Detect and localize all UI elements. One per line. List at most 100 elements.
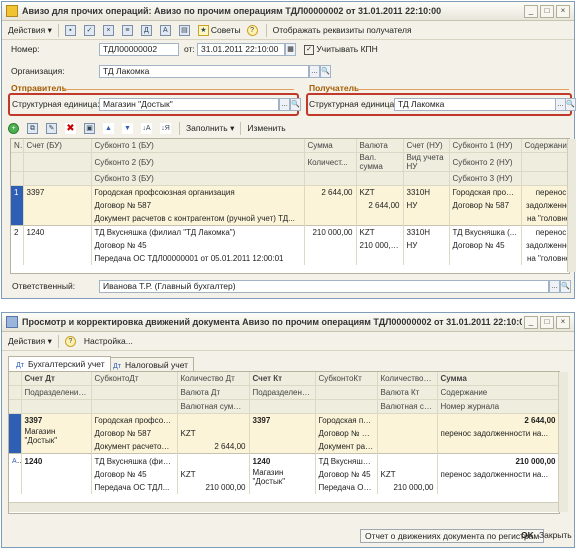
cell-div-dt[interactable]: Магазин "Достык" xyxy=(21,427,92,454)
responsible-select-button[interactable]: … xyxy=(549,280,560,293)
tips-button[interactable]: ★ Советы xyxy=(195,23,244,37)
copy-row-button[interactable]: ⧉ xyxy=(24,121,43,135)
print-button[interactable]: ▤ xyxy=(176,23,195,37)
edit-row-button[interactable]: ✎ xyxy=(43,121,62,135)
col-qty[interactable]: Количест... xyxy=(304,152,357,172)
actions-menu[interactable]: Действия ▾ xyxy=(5,334,55,348)
col-sum[interactable]: Сумма xyxy=(304,139,357,153)
minimize-button[interactable]: _ xyxy=(524,4,538,18)
cell-acc-dt[interactable]: 3397 xyxy=(21,413,92,427)
cell-sub2-nu[interactable]: Договор № 45 xyxy=(449,239,522,252)
sort-desc-button[interactable]: ↓Я xyxy=(157,121,176,135)
cell-sub3[interactable]: Передача ОС ТДЛ00000001 от 05.01.2011 12… xyxy=(91,252,305,265)
cell-content[interactable]: перенос задолженности на... xyxy=(437,427,559,440)
receiver-unit-field[interactable]: ТД Лакомка xyxy=(394,98,556,111)
col-sub3-nu[interactable]: Субконто 3 (НУ) xyxy=(449,171,522,186)
cell-sub2-nu[interactable]: Договор № 587 xyxy=(449,199,522,212)
cell-acc-kt[interactable]: 1240 xyxy=(249,453,316,468)
cell-sub-dt[interactable]: Городская профсоюз... xyxy=(91,413,178,427)
table-row[interactable]: 2 1240 ТД Вкусняшка (филиал "ТД Лакомка"… xyxy=(11,225,569,239)
cell-sub2[interactable]: Договор № 45 xyxy=(91,239,305,252)
col-sub2-nu[interactable]: Субконто 2 (НУ) xyxy=(449,152,522,172)
cell-cursum-dt[interactable]: 2 644,00 xyxy=(177,440,250,454)
cell-sub1[interactable]: ТД Вкусняшка (филиал "ТД Лакомка") xyxy=(91,225,305,239)
col-div-kt[interactable]: Подразделение Кт xyxy=(249,385,316,400)
col-qty-dt[interactable]: Количество Дт xyxy=(177,372,250,386)
minimize-button[interactable]: _ xyxy=(524,315,538,329)
close-window-button[interactable]: Закрыть xyxy=(535,529,576,543)
delete-row-button[interactable]: ✖ xyxy=(62,121,81,135)
cell-kind[interactable]: НУ xyxy=(403,239,450,252)
sender-unit-open-button[interactable]: 🔍 xyxy=(290,98,301,111)
cell-sum[interactable]: 210 000,00 xyxy=(437,453,559,468)
table-row[interactable]: Ак 1240 ТД Вкусняшка (фили... 1240 ТД Вк… xyxy=(9,453,559,468)
table-row[interactable]: Договор № 45 210 000,00 НУ Договор № 45 … xyxy=(11,239,569,252)
col-kind[interactable]: Вид учета НУ xyxy=(403,152,450,172)
table-row[interactable]: Документ расчетов с ... 2 644,00 Докумен… xyxy=(9,440,559,454)
tab-accounting[interactable]: Дт Бухгалтерский учет xyxy=(8,356,111,371)
col-cursum-dt[interactable]: Валютная сумма ... xyxy=(177,399,250,414)
sender-unit-select-button[interactable]: … xyxy=(279,98,290,111)
col-sub1[interactable]: Субконто 1 (БУ) xyxy=(91,139,305,153)
cell-cursum-kt[interactable]: 210 000,00 xyxy=(377,481,438,494)
save-button[interactable]: ▪ xyxy=(62,23,81,37)
cell-sub1[interactable]: Городская профсоюзная организация xyxy=(91,185,305,199)
close-button[interactable]: × xyxy=(556,315,570,329)
kpn-checkbox[interactable]: ✓ Учитывать КПН xyxy=(304,43,378,56)
cell-acc-kt[interactable]: 3397 xyxy=(249,413,316,427)
cell-account[interactable]: 1240 xyxy=(23,225,92,239)
col-sub1-nu[interactable]: Субконто 1 (НУ) xyxy=(449,139,522,153)
cell-acc-nu[interactable]: 3310Н xyxy=(403,185,450,199)
cell-sub-dt[interactable]: ТД Вкусняшка (фили... xyxy=(91,453,178,468)
cell-content[interactable]: на "головное" xyxy=(521,212,569,226)
col-cursum-kt[interactable]: Валютная сумма ... xyxy=(377,399,438,414)
col-sub2[interactable]: Субконто 2 (БУ) xyxy=(91,152,305,172)
col-acc-nu[interactable]: Счет (НУ) xyxy=(403,139,450,153)
sender-unit-field[interactable]: Магазин "Достык" xyxy=(99,98,279,111)
org-field[interactable]: ТД Лакомка xyxy=(99,65,309,78)
col-cur-dt[interactable]: Валюта Дт xyxy=(177,385,250,400)
actions-menu[interactable]: Действия ▾ xyxy=(5,23,55,37)
cell-sub-kt[interactable]: ТД Вкусняшка (... xyxy=(315,453,378,468)
date-field[interactable]: 31.01.2011 22:10:00 xyxy=(197,43,285,56)
cell-sub-kt[interactable]: Передача ОС Т... xyxy=(315,481,378,494)
unpost-button[interactable]: × xyxy=(100,23,119,37)
dt-kt-button[interactable]: A xyxy=(157,23,176,37)
col-currency[interactable]: Валюта xyxy=(356,139,404,153)
cell-cur-sum[interactable]: 2 644,00 xyxy=(356,199,404,212)
movements-grid[interactable]: Счет Дт СубконтоДт Количество Дт Счет Кт… xyxy=(8,371,560,514)
help-button[interactable]: ? xyxy=(244,23,263,37)
col-account[interactable]: Счет (БУ) xyxy=(23,139,92,153)
horizontal-scrollbar[interactable] xyxy=(9,502,558,512)
number-field[interactable]: ТДЛ00000002 xyxy=(99,43,179,56)
cell-sub2[interactable]: Договор № 587 xyxy=(91,199,305,212)
cell-sub3[interactable]: Документ расчетов с контрагентом (ручной… xyxy=(91,212,305,226)
table-row[interactable]: Передача ОС ТДЛ00000001 от 05.01.2011 12… xyxy=(11,252,569,265)
col-n[interactable]: N xyxy=(11,139,24,153)
cell-sub-kt[interactable]: Договор № 587 xyxy=(315,427,378,440)
cell-sum[interactable]: 2 644,00 xyxy=(437,413,559,427)
tab-tax[interactable]: Дт Налоговый учет xyxy=(105,357,195,372)
col-acc-kt[interactable]: Счет Кт xyxy=(249,372,316,386)
maximize-button[interactable]: □ xyxy=(540,4,554,18)
cell-content[interactable]: задолженно... xyxy=(521,199,569,212)
table-row[interactable]: Документ расчетов с контрагентом (ручной… xyxy=(11,212,569,226)
col-journal[interactable]: Номер журнала xyxy=(437,399,559,414)
col-qty-kt[interactable]: Количество Кт xyxy=(377,372,438,386)
cell-content[interactable]: перенос xyxy=(521,185,569,199)
table-row[interactable]: 3397 Городская профсоюз... 3397 Городска… xyxy=(9,413,559,427)
table-row[interactable]: Магазин "Достык" Договор № 587 KZT Догов… xyxy=(9,427,559,454)
org-open-button[interactable]: 🔍 xyxy=(320,65,331,78)
col-content[interactable]: Содержание xyxy=(437,385,559,400)
cell-content[interactable]: перенос xyxy=(521,225,569,239)
cell-acc-dt[interactable]: 1240 xyxy=(21,453,92,468)
col-acc-dt[interactable]: Счет Дт xyxy=(21,372,92,386)
cell-content[interactable]: перенос задолженности на... xyxy=(437,468,559,481)
cell-sum[interactable]: 210 000,00 xyxy=(304,225,357,239)
cell-sub-kt[interactable]: Договор № 45 xyxy=(315,468,378,481)
cell-content[interactable]: задолженно... xyxy=(521,239,569,252)
col-sum[interactable]: Сумма xyxy=(437,372,559,386)
cell-acc-nu[interactable]: 3310Н xyxy=(403,225,450,239)
responsible-open-button[interactable]: 🔍 xyxy=(560,280,571,293)
cell-cur-dt[interactable]: KZT xyxy=(177,468,250,481)
